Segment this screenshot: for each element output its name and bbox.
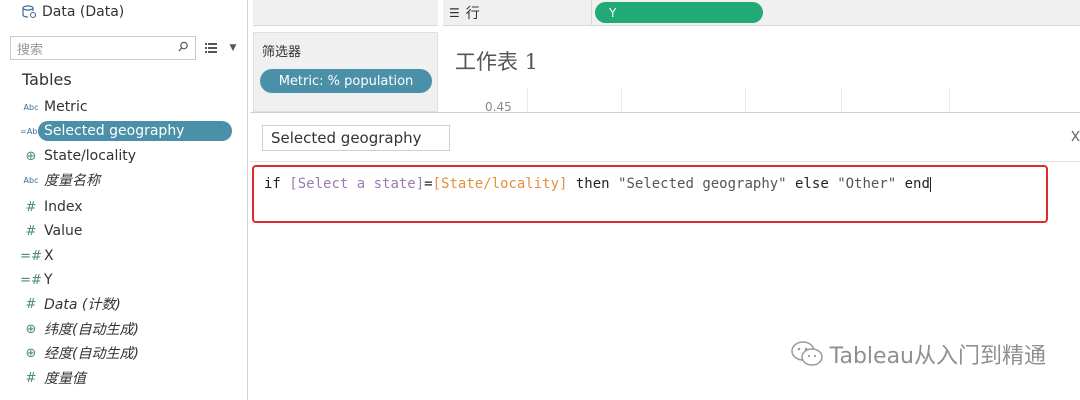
keyword-else: else (786, 176, 838, 192)
globe-icon: ⊕ (25, 345, 37, 361)
grid-line (949, 88, 950, 112)
string-literal-selected: "Selected geography" (618, 176, 787, 192)
field-label: 度量值 (44, 371, 86, 387)
shelf-divider (591, 0, 592, 26)
grid-line (527, 88, 528, 112)
number-type-icon: # (25, 296, 37, 312)
field-label: 纬度(自动生成) (44, 322, 139, 338)
number-type-icon: # (25, 370, 37, 386)
search-placeholder: 搜索 (17, 42, 44, 58)
field-state-locality[interactable]: ⊕ State/locality (18, 145, 137, 167)
field-value[interactable]: # Value (18, 220, 83, 242)
keyword-then: then (567, 176, 619, 192)
datasource-icon (22, 5, 37, 19)
list-view-icon[interactable] (202, 36, 220, 60)
field-selected-geography[interactable]: =Abc Selected geography (18, 120, 233, 142)
datasource-header[interactable]: Data (Data) (0, 0, 248, 24)
data-pane: Data (Data) 搜索 ▼ Tables Abc Metric =Abc … (0, 0, 248, 400)
field-label: 经度(自动生成) (44, 346, 139, 362)
calculated-number-icon: =# (20, 248, 42, 264)
filter-pill-metric[interactable]: Metric: % population (260, 69, 432, 93)
field-index[interactable]: # Index (18, 196, 83, 218)
field-data-count[interactable]: # Data (计数) (18, 293, 121, 315)
field-label: State/locality (44, 148, 137, 164)
pages-card-strip (253, 0, 438, 26)
field-label: 度量名称 (44, 173, 100, 189)
string-literal-other: "Other" (837, 176, 897, 192)
parameter-reference: [Select a state] (289, 176, 425, 192)
globe-icon: ⊕ (25, 148, 37, 164)
rows-label-text: 行 (465, 6, 480, 22)
field-label: Metric (44, 99, 88, 115)
rows-shelf[interactable]: ☰ 行 Y (443, 0, 1080, 26)
field-label: Value (44, 223, 83, 239)
grid-line (841, 88, 842, 112)
rows-pill-y[interactable]: Y (595, 2, 763, 23)
watermark-text: Tableau从入门到精通 (829, 344, 1046, 369)
field-longitude[interactable]: ⊕ 经度(自动生成) (18, 342, 139, 364)
globe-icon: ⊕ (25, 321, 37, 337)
field-label: Index (44, 199, 83, 215)
datasource-title: Data (Data) (42, 4, 125, 20)
operator-equals: = (424, 176, 433, 192)
field-measure-names[interactable]: Abc 度量名称 (18, 169, 100, 191)
field-x[interactable]: =# X (18, 245, 54, 267)
field-measure-values[interactable]: # 度量值 (18, 367, 86, 389)
search-icon[interactable] (178, 41, 189, 56)
text-caret (929, 176, 931, 192)
grid-line (745, 88, 746, 112)
chevron-down-icon[interactable]: ▼ (226, 36, 240, 60)
calculated-number-icon: =# (20, 272, 42, 288)
calculation-name-field[interactable]: Selected geography (262, 125, 450, 151)
string-type-icon: Abc (23, 175, 39, 185)
formula-highlight-box (252, 165, 1048, 223)
field-label: Selected geography (38, 121, 233, 141)
wechat-watermark: Tableau从入门到精通 (790, 338, 1046, 370)
search-row: 搜索 ▼ (10, 36, 244, 60)
field-y[interactable]: =# Y (18, 269, 53, 291)
string-type-icon: Abc (23, 102, 39, 112)
formula-editor[interactable]: if [Select a state]=[State/locality] the… (264, 176, 931, 192)
field-label: Y (44, 272, 53, 288)
grid-line (621, 88, 622, 112)
tables-heading: Tables (22, 70, 72, 89)
filters-title: 筛选器 (262, 45, 302, 60)
rows-icon: ☰ (449, 6, 460, 20)
keyword-end: end (896, 176, 930, 192)
wechat-logo-icon (790, 341, 823, 366)
field-label: Data (计数) (44, 297, 121, 313)
axis-tick-label: 0.45 (485, 100, 512, 112)
rows-shelf-label: ☰ 行 (449, 3, 480, 23)
field-label: X (44, 248, 54, 264)
editor-separator (250, 161, 1080, 162)
worksheet-view: 工作表 1 0.45 (443, 32, 1080, 112)
search-input[interactable]: 搜索 (10, 36, 196, 60)
number-type-icon: # (25, 199, 37, 215)
keyword-if: if (264, 176, 290, 192)
field-reference: [State/locality] (432, 176, 568, 192)
filters-card: 筛选器 Metric: % population (253, 32, 438, 112)
field-metric[interactable]: Abc Metric (18, 96, 88, 118)
close-icon[interactable] (1070, 127, 1080, 146)
sheet-title: 工作表 1 (455, 50, 539, 74)
field-latitude[interactable]: ⊕ 纬度(自动生成) (18, 318, 139, 340)
number-type-icon: # (25, 223, 37, 239)
